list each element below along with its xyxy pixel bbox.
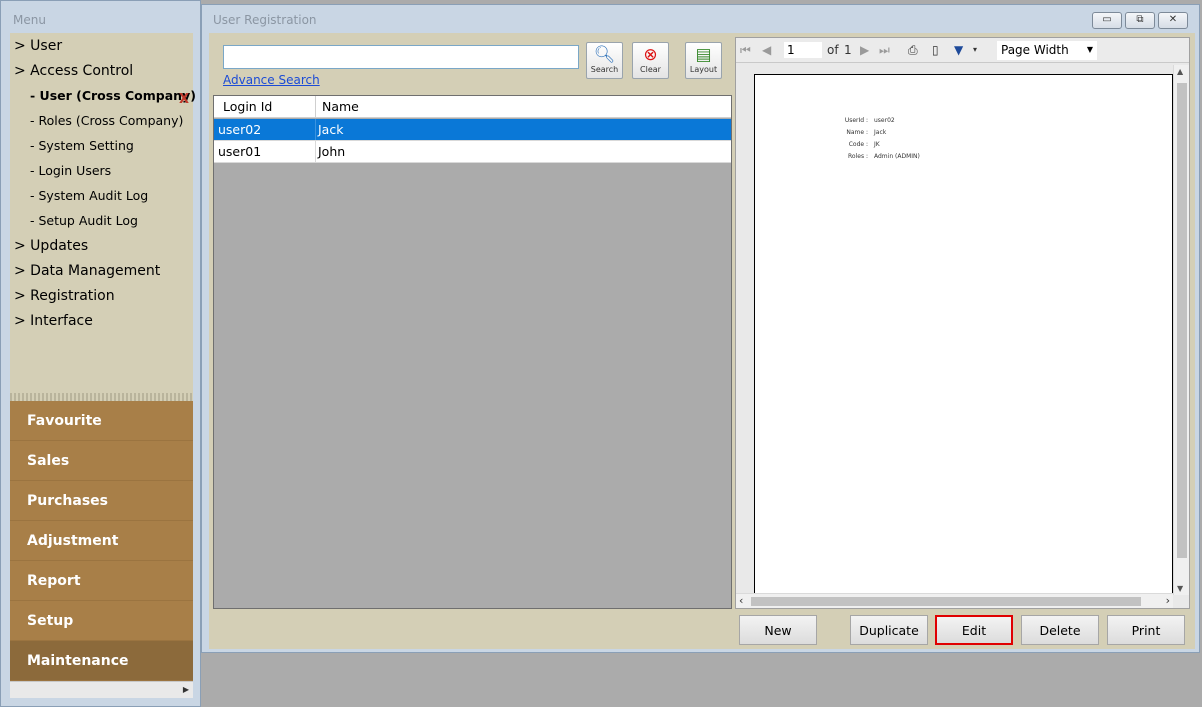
table-row[interactable]: user02 Jack <box>214 119 731 141</box>
scroll-right-icon[interactable]: › <box>1166 594 1170 608</box>
module-setup[interactable]: Setup <box>10 601 193 641</box>
tree-item-access-control[interactable]: > Access Control <box>14 60 133 82</box>
of-label: of <box>827 43 839 57</box>
tree-item-user-cross-company[interactable]: - User (Cross Company) <box>30 85 196 107</box>
magnifier-icon: 🔍︎ <box>593 45 616 65</box>
page-setup-icon[interactable]: ▯ <box>932 42 939 58</box>
module-sales[interactable]: Sales <box>10 441 193 481</box>
advance-search-link[interactable]: Advance Search <box>223 73 320 87</box>
chevron-down-icon: ▼ <box>1086 45 1093 54</box>
scroll-down-icon[interactable]: ▼ <box>1177 584 1183 593</box>
print-button[interactable]: Print <box>1107 615 1185 645</box>
zoom-select[interactable]: Page Width ▼ <box>997 41 1097 60</box>
vertical-scroll-thumb[interactable] <box>1177 83 1187 558</box>
tree-item-system-setting[interactable]: - System Setting <box>30 135 134 157</box>
print-icon[interactable]: ⎙ <box>908 42 918 58</box>
module-favourite[interactable]: Favourite <box>10 401 193 441</box>
report-field-label: Roles : <box>848 153 868 160</box>
export-icon[interactable]: ▼ <box>954 42 963 58</box>
menu-splitter-handle[interactable] <box>10 393 193 401</box>
layout-button[interactable]: ▤ Layout <box>685 42 722 79</box>
edit-button[interactable]: Edit <box>935 615 1013 645</box>
delete-button[interactable]: Delete <box>1021 615 1099 645</box>
vertical-scrollbar[interactable]: ▲ ▼ <box>1173 65 1189 595</box>
total-pages: 1 <box>844 43 852 57</box>
scroll-up-icon[interactable]: ▲ <box>1177 67 1183 76</box>
clear-button[interactable]: ⊗ Clear <box>632 42 669 79</box>
column-header-name[interactable]: Name <box>322 96 359 118</box>
clear-icon: ⊗ <box>643 45 658 65</box>
tree-item-data-management[interactable]: > Data Management <box>14 260 160 282</box>
window-content: Advance Search 🔍︎ Search ⊗ Clear ▤ Layou… <box>209 33 1195 649</box>
export-dropdown-icon[interactable]: ▾ <box>973 42 977 58</box>
module-adjustment[interactable]: Adjustment <box>10 521 193 561</box>
expand-arrow-icon[interactable]: ▶ <box>183 685 189 694</box>
cell-name: Jack <box>318 122 344 137</box>
report-field-value: JK <box>874 141 880 148</box>
menu-bottom-bar: ▶ <box>10 681 193 698</box>
cell-login-id: user02 <box>218 122 262 137</box>
report-field-value: user02 <box>874 117 895 124</box>
next-page-icon[interactable]: ▶ <box>860 42 869 58</box>
user-registration-window: User Registration ▭ ⧉ ✕ Advance Search 🔍… <box>201 4 1200 653</box>
tree-item-user[interactable]: > User <box>14 35 62 57</box>
tree-item-updates[interactable]: > Updates <box>14 235 88 257</box>
horizontal-scrollbar[interactable]: ‹ › <box>736 593 1173 608</box>
report-viewer: ⏮ ◀ 1 of 1 ▶ ⏭ ⎙ ▯ ▼ ▾ Page Width ▼ User… <box>735 37 1190 609</box>
report-field-value: Admin (ADMIN) <box>874 153 920 160</box>
menu-panel: Menu > User > Access Control - User (Cro… <box>0 0 201 707</box>
search-button[interactable]: 🔍︎ Search <box>586 42 623 79</box>
layout-button-label: Layout <box>689 65 718 74</box>
first-page-icon[interactable]: ⏮ <box>740 42 751 58</box>
layout-icon: ▤ <box>695 45 712 65</box>
menu-panel-title: Menu <box>13 13 46 27</box>
search-button-label: Search <box>590 65 619 74</box>
report-field-value: Jack <box>874 129 887 136</box>
previous-page-icon[interactable]: ◀ <box>762 42 771 58</box>
cell-divider <box>315 119 316 140</box>
zoom-select-value: Page Width <box>1001 43 1069 57</box>
table-row[interactable]: user01 John <box>214 141 731 163</box>
scroll-left-icon[interactable]: ‹ <box>739 594 743 608</box>
clear-button-label: Clear <box>640 65 661 74</box>
viewer-toolbar: ⏮ ◀ 1 of 1 ▶ ⏭ ⎙ ▯ ▼ ▾ Page Width ▼ <box>736 38 1189 63</box>
column-header-login-id[interactable]: Login Id <box>223 96 272 118</box>
close-window-button[interactable]: ✕ <box>1158 12 1188 29</box>
report-area: UserId : user02 Name : Jack Code : JK Ro… <box>737 65 1173 599</box>
tree-item-system-audit-log[interactable]: - System Audit Log <box>30 185 148 207</box>
new-button[interactable]: New <box>739 615 817 645</box>
cell-divider <box>315 141 316 162</box>
tree-item-registration[interactable]: > Registration <box>14 285 115 307</box>
report-field-label: Code : <box>848 141 868 148</box>
window-title: User Registration <box>213 13 317 27</box>
report-field-label: Name : <box>846 129 868 136</box>
module-maintenance[interactable]: Maintenance <box>10 641 193 681</box>
report-page: UserId : user02 Name : Jack Code : JK Ro… <box>754 74 1173 599</box>
users-grid: Login Id Name user02 Jack user01 John <box>213 95 732 609</box>
search-input[interactable] <box>223 45 579 69</box>
close-tab-icon[interactable]: X <box>179 89 189 111</box>
tree-item-login-users[interactable]: - Login Users <box>30 160 111 182</box>
restore-button[interactable]: ⧉ <box>1125 12 1155 29</box>
module-purchases[interactable]: Purchases <box>10 481 193 521</box>
tree-item-roles-cross-company[interactable]: - Roles (Cross Company) <box>30 110 183 132</box>
grid-header: Login Id Name <box>214 96 731 118</box>
workspace-background <box>201 653 1202 707</box>
page-number-input[interactable]: 1 <box>783 41 823 59</box>
tree-item-setup-audit-log[interactable]: - Setup Audit Log <box>30 210 138 232</box>
module-report[interactable]: Report <box>10 561 193 601</box>
duplicate-button[interactable]: Duplicate <box>850 615 928 645</box>
report-field-label: UserId : <box>844 117 868 124</box>
last-page-icon[interactable]: ⏭ <box>879 42 890 58</box>
menu-tree: > User > Access Control - User (Cross Co… <box>10 33 196 393</box>
cell-login-id: user01 <box>218 144 262 159</box>
minimize-button[interactable]: ▭ <box>1092 12 1122 29</box>
horizontal-scroll-thumb[interactable] <box>751 597 1141 606</box>
cell-name: John <box>318 144 346 159</box>
tree-item-interface[interactable]: > Interface <box>14 310 93 332</box>
column-divider[interactable] <box>315 96 316 118</box>
